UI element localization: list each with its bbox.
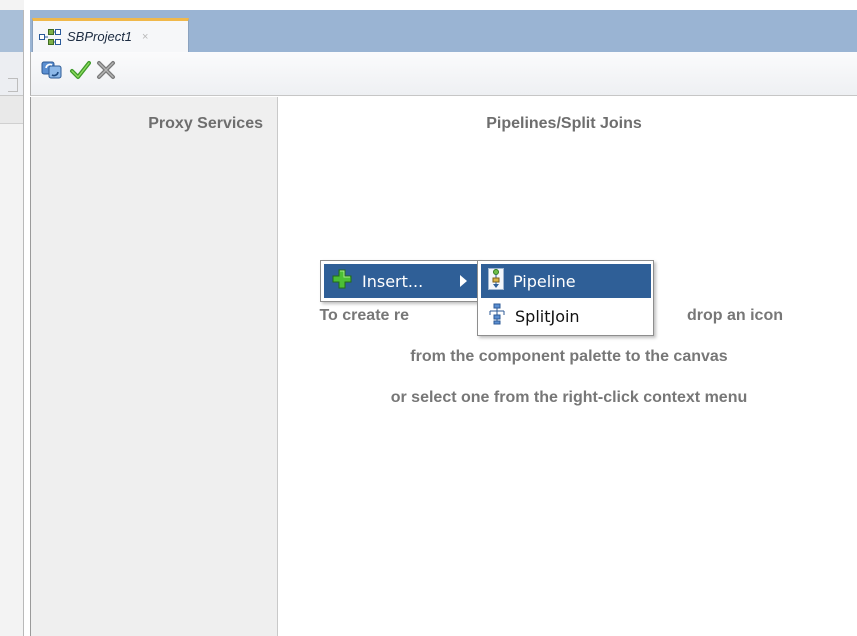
editor-canvas[interactable]: Proxy Services Pipelines/Split Joins To … (30, 97, 857, 636)
neighbor-pane-edge (0, 0, 24, 636)
refresh-button[interactable] (39, 59, 65, 85)
splitjoin-icon (487, 303, 507, 330)
submenu-item-splitjoin[interactable]: SplitJoin (481, 299, 651, 333)
neighbor-header-strip (0, 96, 24, 124)
close-x-icon (95, 59, 117, 86)
validate-button[interactable] (67, 59, 93, 85)
hint-line-1a: To create re (319, 307, 409, 324)
editor-toolbar (30, 52, 857, 96)
neighbor-tabbar (0, 10, 24, 52)
pane-divider[interactable] (23, 10, 24, 636)
pipelines-title: Pipelines/Split Joins (486, 115, 642, 132)
hint-line-1b: drop an icon (687, 307, 783, 324)
insert-submenu: Pipeline SplitJoin (477, 260, 654, 336)
submenu-item-pipeline-label: Pipeline (513, 271, 576, 291)
neighbor-toolbar-button-edge (8, 78, 18, 92)
hint-line-2: from the component palette to the canvas (410, 348, 728, 365)
refresh-icon (41, 59, 63, 86)
close-button[interactable] (93, 59, 119, 85)
tab-close-button[interactable]: × (142, 31, 148, 43)
submenu-item-pipeline[interactable]: Pipeline (481, 264, 651, 298)
proxy-services-title: Proxy Services (148, 115, 263, 132)
menu-item-insert[interactable]: Insert... (324, 264, 477, 298)
editor-tabbar: SBProject1 × (30, 10, 857, 52)
pipelines-lane[interactable]: Pipelines/Split Joins To create re drop … (279, 97, 857, 636)
green-plus-icon (332, 269, 352, 294)
submenu-arrow-icon (460, 275, 467, 287)
submenu-item-splitjoin-label: SplitJoin (515, 306, 580, 326)
composite-editor: SBProject1 × Proxy Services Pipelines/Sp… (30, 10, 857, 636)
menu-item-insert-label: Insert... (362, 271, 424, 291)
proxy-services-lane[interactable]: Proxy Services (31, 97, 278, 636)
hint-line-3: or select one from the right-click conte… (390, 389, 748, 406)
tab-title: SBProject1 (67, 29, 133, 44)
green-check-icon (69, 59, 91, 86)
context-menu: Insert... (320, 260, 480, 302)
tab-sbproject1[interactable]: SBProject1 × (32, 18, 189, 52)
composite-overview-icon (39, 28, 61, 45)
pipeline-icon (487, 267, 505, 295)
